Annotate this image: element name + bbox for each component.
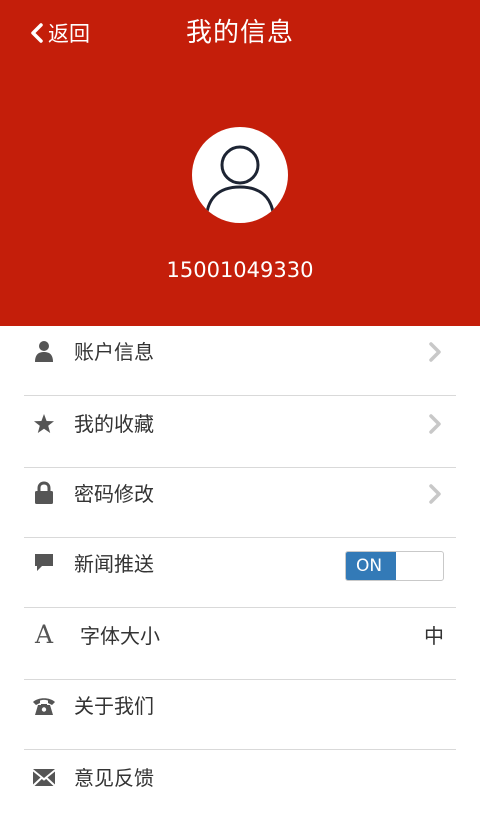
menu-item-account-info[interactable]: 账户信息 <box>24 326 456 396</box>
page-title: 我的信息 <box>185 18 294 48</box>
font-icon: A <box>32 621 56 647</box>
user-icon <box>32 339 56 363</box>
menu-item-label: 新闻推送 <box>74 552 154 576</box>
toggle-on-label: ON <box>346 552 396 580</box>
menu-item-about-us[interactable]: 关于我们 <box>24 680 456 750</box>
menu-item-label: 账户信息 <box>74 340 154 364</box>
menu-item-news-push: 新闻推送 ON <box>24 538 456 608</box>
menu-item-change-password[interactable]: 密码修改 <box>24 468 456 538</box>
chevron-right-icon <box>429 414 441 434</box>
avatar[interactable] <box>192 127 288 223</box>
lock-icon <box>32 481 56 505</box>
menu-item-label: 意见反馈 <box>74 766 154 790</box>
chevron-right-icon <box>429 342 441 362</box>
menu-item-feedback[interactable]: 意见反馈 <box>24 752 456 822</box>
profile-header: 返回 我的信息 15001049330 <box>0 0 480 326</box>
user-avatar-icon <box>204 145 276 223</box>
menu-item-label: 密码修改 <box>74 482 154 506</box>
menu-item-label: 我的收藏 <box>74 412 154 436</box>
svg-text:A: A <box>34 621 54 647</box>
menu-item-label: 关于我们 <box>74 694 154 718</box>
news-push-toggle[interactable]: ON <box>345 551 444 581</box>
user-phone: 15001049330 <box>166 258 314 282</box>
font-size-value: 中 <box>424 624 444 648</box>
star-icon <box>32 412 56 436</box>
menu-item-favorites[interactable]: 我的收藏 <box>24 398 456 468</box>
envelope-icon <box>32 765 56 789</box>
phone-icon <box>32 694 56 718</box>
menu-item-label: 字体大小 <box>80 624 160 648</box>
menu-item-font-size[interactable]: A 字体大小 中 <box>24 610 456 680</box>
chevron-right-icon <box>429 484 441 504</box>
comment-icon <box>32 551 56 575</box>
